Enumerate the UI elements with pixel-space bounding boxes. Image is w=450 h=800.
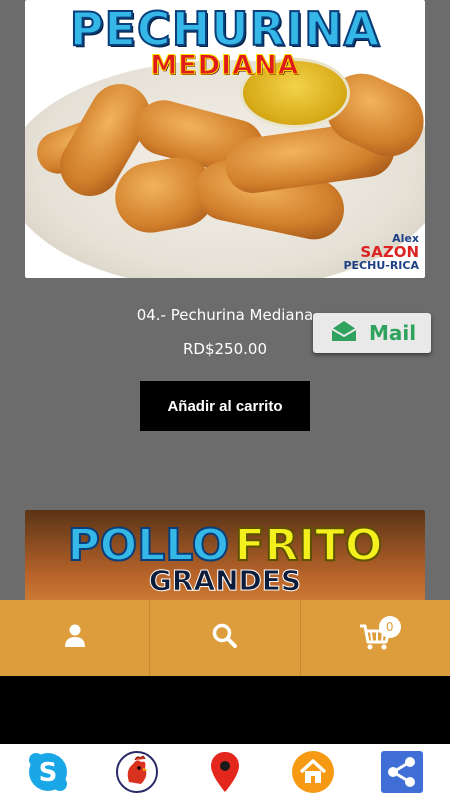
bottom-nav: 0 xyxy=(0,600,450,676)
nav-search[interactable] xyxy=(150,600,301,676)
banner-title: PECHURINA xyxy=(69,1,381,57)
nav-account[interactable] xyxy=(0,600,151,676)
home-icon[interactable] xyxy=(291,750,335,794)
skype-icon[interactable]: S xyxy=(26,750,70,794)
brand-name-big: SAZON xyxy=(360,242,419,261)
app-share-bar: S xyxy=(0,744,450,800)
svg-text:S: S xyxy=(39,758,58,788)
user-icon xyxy=(64,624,86,652)
mail-label: Mail xyxy=(369,321,417,345)
banner-subtitle: MEDIANA xyxy=(150,50,300,82)
envelope-icon xyxy=(331,320,357,346)
map-pin-icon[interactable] xyxy=(203,750,247,794)
cart-count-badge: 0 xyxy=(378,616,401,638)
black-band xyxy=(0,676,450,744)
search-icon xyxy=(212,623,238,653)
banner-subtitle: GRANDES xyxy=(148,564,302,598)
share-icon[interactable] xyxy=(380,750,424,794)
rooster-logo-icon[interactable] xyxy=(115,750,159,794)
nav-cart[interactable]: 0 xyxy=(300,600,450,676)
product-image-pechurina[interactable]: PECHURINA MEDIANA Alex SAZON PECHU-RICA xyxy=(25,0,425,278)
add-to-cart-button[interactable]: Añadir al carrito xyxy=(140,381,310,431)
mail-button[interactable]: Mail xyxy=(313,313,431,353)
brand-logo: Alex SAZON PECHU-RICA xyxy=(343,233,419,272)
brand-tagline: PECHU-RICA xyxy=(343,259,419,273)
